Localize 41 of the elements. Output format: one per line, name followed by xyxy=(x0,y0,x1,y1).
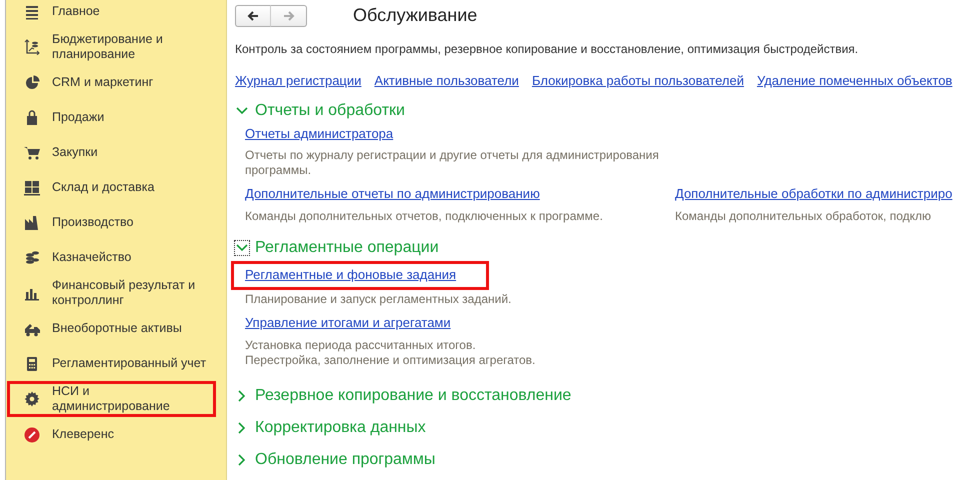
header-link[interactable]: Удаление помеченных объектов xyxy=(756,71,952,90)
header-link[interactable]: Блокировка работы пользователей xyxy=(532,71,744,90)
sidebar-item[interactable]: Регламентированный учет xyxy=(7,346,216,381)
axis-chart-icon xyxy=(24,39,40,55)
link-description: Установка периода рассчитанных итогов. Перестройка, заполнение и оптимизация агрегатов. xyxy=(245,338,536,368)
coins-icon xyxy=(24,250,40,266)
sidebar-item[interactable]: Закупки xyxy=(7,135,216,170)
bag-icon xyxy=(24,110,40,126)
link-description: Команды дополнительных отчетов, подключенных к программе. xyxy=(245,208,604,224)
page-title: Обслуживание xyxy=(353,4,478,27)
sidebar-item[interactable]: Бюджетирование и планирование xyxy=(7,29,216,65)
grid-icon xyxy=(24,180,40,196)
page-description: Контроль за состоянием программы, резервное копирование и восстановление, оптимизация быстродействия. xyxy=(235,42,860,57)
settings-icon xyxy=(24,391,40,407)
sidebar-item[interactable]: Склад и доставка xyxy=(7,170,216,205)
section-link[interactable]: Управление итогами и агрегатами xyxy=(245,315,451,330)
calculator-icon xyxy=(24,356,40,372)
link-description: Планирование и запуск регламентных заданий. xyxy=(245,292,512,307)
pie-chart-icon xyxy=(24,74,40,90)
sidebar-item[interactable]: Казначейство xyxy=(7,240,216,275)
back-button[interactable] xyxy=(235,4,271,26)
sidebar-item[interactable]: Клеверенс xyxy=(7,417,216,452)
factory-icon xyxy=(24,214,40,230)
sidebar-item[interactable]: CRM и маркетинг xyxy=(7,65,216,100)
sidebar-item[interactable]: Внеоборотные активы xyxy=(7,311,216,346)
sidebar-item[interactable]: НСИ и администрирование xyxy=(7,381,216,417)
section-link[interactable]: Отчеты администратора xyxy=(245,126,394,140)
header-link[interactable]: Активные пользователи xyxy=(374,71,519,90)
menu-icon xyxy=(24,4,40,20)
header-link[interactable]: Журнал регистрации xyxy=(235,71,362,90)
section-link[interactable]: Регламентные и фоновые задания xyxy=(231,260,490,290)
sidebar-item[interactable]: Продажи xyxy=(7,100,216,135)
section-link[interactable]: Дополнительные отчеты по администрированию xyxy=(245,186,540,201)
link-description: Отчеты по журналу регистрации и другие отчеты для администрирования программы. xyxy=(245,148,660,178)
sidebar-item[interactable]: Главное xyxy=(7,0,216,29)
circle-logo-icon xyxy=(24,426,40,442)
section-link[interactable]: Дополнительные обработки по администриро xyxy=(675,186,952,201)
link-description: Команды дополнительных обработок, подклю xyxy=(675,208,932,224)
cart-icon xyxy=(24,144,40,160)
sidebar-item[interactable]: Производство xyxy=(7,205,216,240)
sidebar-item[interactable]: Финансовый результат и контроллинг xyxy=(7,275,216,311)
